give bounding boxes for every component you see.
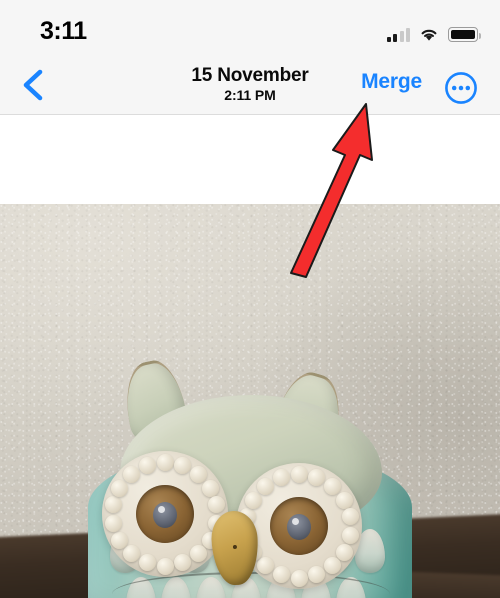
wifi-icon	[419, 27, 439, 42]
owl-eye-right	[270, 497, 328, 555]
page-title: 15 November	[191, 65, 309, 86]
nav-title-block: 15 November 2:11 PM	[0, 64, 500, 104]
phone-screen: 3:11 15 November 2:11 PM Merge	[0, 0, 500, 598]
back-button[interactable]	[10, 63, 54, 107]
status-bar-indicators	[386, 22, 481, 42]
owl-pupil-left	[153, 502, 177, 529]
battery-icon	[448, 27, 481, 42]
navigation-bar: 15 November 2:11 PM Merge	[0, 56, 500, 115]
page-subtitle: 2:11 PM	[224, 87, 276, 103]
status-bar-clock: 3:11	[40, 17, 87, 45]
status-bar: 3:11	[0, 0, 500, 56]
owl-eye-disc-left	[102, 451, 228, 577]
owl-pupil-right	[287, 514, 311, 541]
chevron-left-icon	[19, 68, 45, 102]
ellipsis-circle-icon	[444, 71, 478, 105]
photo-viewer[interactable]	[0, 204, 500, 598]
cellular-bars-icon	[386, 27, 410, 42]
more-options-button[interactable]	[444, 71, 478, 105]
owl-eye-left	[136, 485, 194, 543]
owl-figurine	[60, 355, 440, 598]
merge-button[interactable]: Merge	[361, 70, 422, 94]
content-spacer	[0, 116, 500, 204]
